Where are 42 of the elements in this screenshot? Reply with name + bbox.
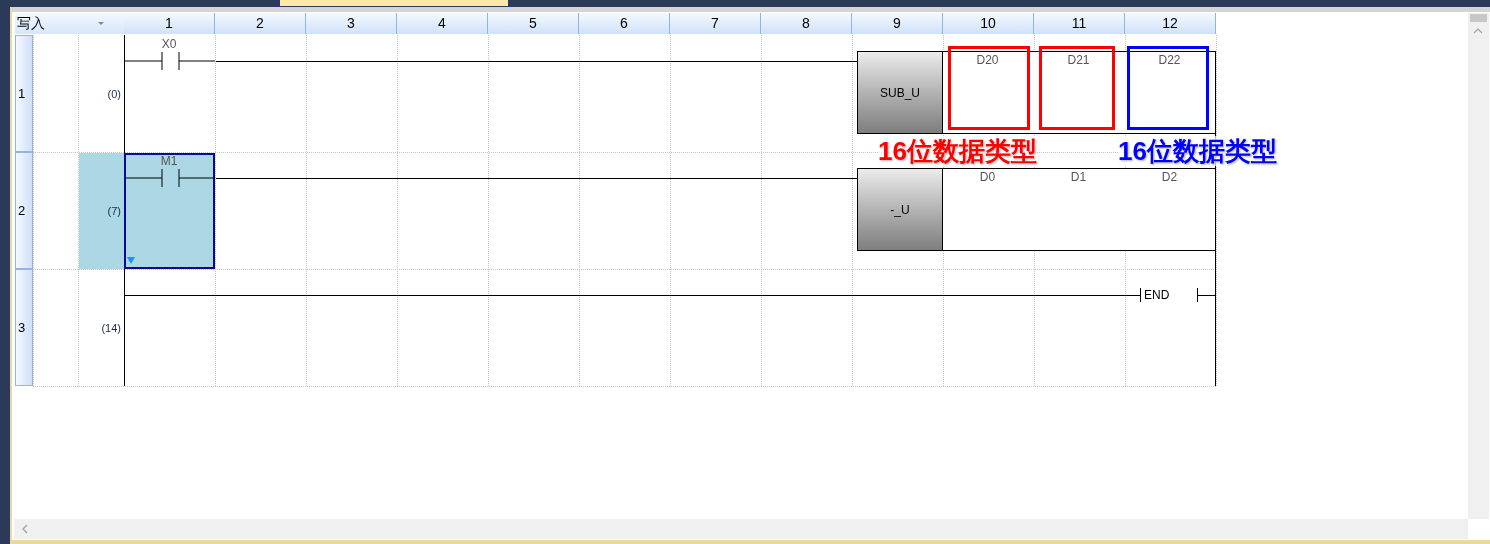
dropdown-caret-icon: [98, 21, 104, 26]
column-header: 3: [306, 13, 397, 34]
column-header: 8: [761, 13, 852, 34]
editor-tab[interactable]: [280, 0, 508, 6]
editor-mode-label: 写入: [15, 13, 78, 34]
column-header: 6: [579, 13, 670, 34]
scroll-thumb[interactable]: [1470, 14, 1487, 22]
rung-wire: [1198, 295, 1216, 296]
device-label: X0: [160, 37, 178, 51]
scroll-up-icon[interactable]: [1473, 27, 1483, 34]
operand-label: D21: [1066, 53, 1091, 67]
annotation-text: 16位数据类型: [1118, 136, 1277, 166]
column-header: 4: [397, 13, 488, 34]
operand-label: D1: [1069, 170, 1088, 184]
cursor-marker-icon: [127, 257, 135, 264]
column-header: 12: [1125, 13, 1216, 34]
column-header: 11: [1034, 13, 1125, 34]
row-header: 3: [15, 269, 33, 386]
step-number: (0): [106, 86, 122, 102]
step-number: (14): [100, 320, 122, 336]
end-instruction: END: [1140, 288, 1198, 302]
row-header: 1: [15, 35, 33, 152]
vertical-scrollbar[interactable]: [1468, 13, 1489, 519]
horizontal-scrollbar[interactable]: [14, 519, 1468, 539]
column-header: 5: [488, 13, 579, 34]
instruction-name: SUB_U: [857, 51, 943, 134]
column-header: 1: [124, 13, 215, 34]
scroll-left-icon[interactable]: [21, 524, 28, 534]
column-header: 2: [215, 13, 306, 34]
column-header: 9: [852, 13, 943, 34]
step-number: (7): [79, 153, 124, 269]
operand-label: D0: [978, 170, 997, 184]
annotation-text: 16位数据类型: [878, 136, 1037, 166]
instruction-name: -_U: [857, 168, 943, 251]
operand-label: D22: [1157, 53, 1182, 67]
row-header: 2: [15, 152, 33, 269]
selected-cell[interactable]: [124, 153, 215, 269]
column-header: 10: [943, 13, 1034, 34]
operand-label: D20: [975, 53, 1000, 67]
operand-label: D2: [1160, 170, 1179, 184]
device-label: M1: [159, 154, 179, 168]
column-header: 7: [670, 13, 761, 34]
